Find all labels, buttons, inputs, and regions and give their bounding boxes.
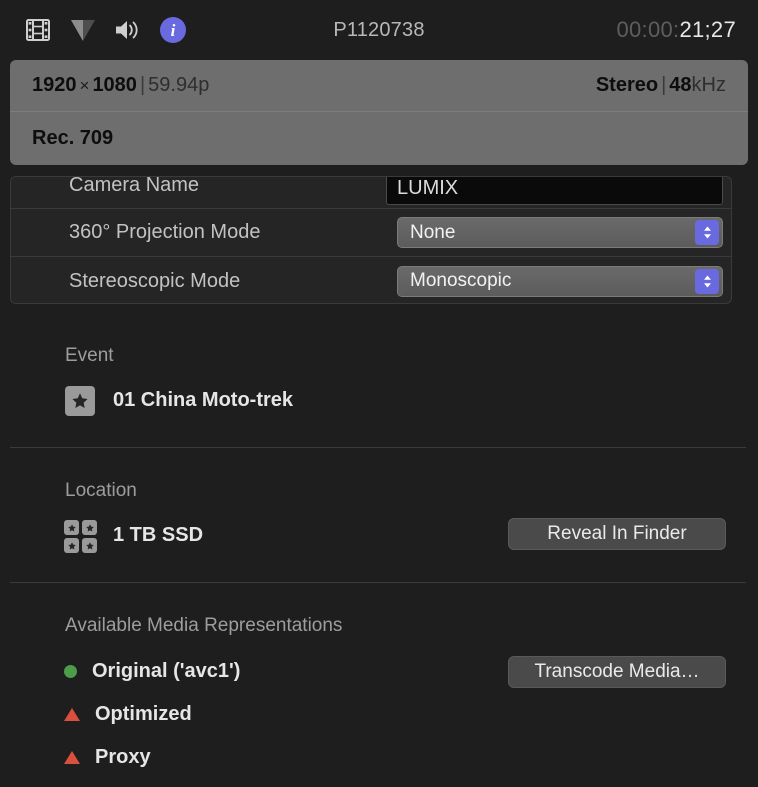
section-divider-location [10, 447, 746, 448]
camera-name-input[interactable]: LUMIX [386, 177, 723, 205]
library-grid-icon [64, 520, 97, 553]
status-missing-icon [64, 708, 80, 721]
media-row-proxy: Proxy [64, 746, 151, 769]
frame-rate: 59.94p [148, 74, 210, 96]
media-proxy-label: Proxy [95, 746, 151, 768]
color-space: Rec. 709 [32, 126, 114, 149]
library-tile-icon [64, 538, 79, 553]
media-original-label: Original ('avc1') [92, 660, 241, 682]
form-row-camera-name: Camera Name LUMIX [11, 177, 731, 209]
audio-format-summary: Stereo | 48kHz [596, 74, 726, 97]
frame-width: 1920 [32, 74, 77, 96]
camera-name-label: Camera Name [69, 176, 200, 196]
field-separator: | [139, 74, 146, 96]
timecode-display: 00:00: 21;27 [616, 0, 736, 60]
reveal-in-finder-button[interactable]: Reveal In Finder [508, 518, 726, 550]
chevron-updown-icon[interactable] [695, 268, 719, 294]
library-tile-icon [64, 520, 79, 535]
event-section-title: Event [65, 345, 114, 366]
timecode-hours-minutes: 00:00: [616, 17, 680, 42]
section-divider-media [10, 582, 746, 583]
location-section-title: Location [65, 480, 137, 501]
status-available-icon [64, 665, 77, 678]
projection-mode-value: None [410, 221, 456, 243]
stereoscopic-mode-label: Stereoscopic Mode [69, 269, 241, 292]
media-row-optimized: Optimized [64, 703, 192, 726]
frame-height: 1080 [92, 74, 137, 96]
media-info-row-colorspace: Rec. 709 [10, 112, 748, 164]
event-star-icon [65, 386, 95, 416]
projection-mode-popup[interactable]: None [397, 217, 723, 248]
svg-text:i: i [171, 21, 176, 40]
audio-channels: Stereo [595, 74, 659, 96]
location-name[interactable]: 1 TB SSD [113, 524, 203, 547]
inspector-panel: i P1120738 00:00: 21;27 1920 × 1080 | 59.94p … [0, 0, 758, 787]
audio-sample-rate-unit: kHz [691, 74, 726, 96]
projection-mode-label: 360° Projection Mode [69, 221, 261, 243]
transcode-media-button[interactable]: Transcode Media… [508, 656, 726, 688]
media-info-row-format: 1920 × 1080 | 59.94p Stereo | 48kHz [10, 60, 748, 112]
film-strip-icon[interactable] [24, 16, 52, 44]
clip-properties-form: Camera Name LUMIX 360° Projection Mode N… [10, 176, 732, 304]
timecode-seconds-frames: 21;27 [679, 17, 736, 42]
media-optimized-label: Optimized [95, 703, 192, 725]
stereoscopic-mode-value: Monoscopic [410, 270, 512, 291]
video-format-summary: 1920 × 1080 | 59.94p [32, 74, 209, 97]
chevron-updown-icon[interactable] [695, 220, 719, 245]
speaker-icon[interactable] [114, 16, 142, 44]
library-tile-icon [82, 520, 97, 535]
inspector-tab-icons: i [24, 16, 187, 44]
info-badge-icon[interactable]: i [159, 16, 187, 44]
inspector-toolbar: i P1120738 00:00: 21;27 [0, 0, 758, 60]
dimension-separator-icon: × [79, 76, 90, 95]
media-info-banner: 1920 × 1080 | 59.94p Stereo | 48kHz Rec. 709 [10, 60, 748, 165]
audio-separator: | [661, 74, 667, 96]
status-missing-icon [64, 751, 80, 764]
form-row-projection-mode: 360° Projection Mode None [11, 209, 731, 257]
form-row-stereoscopic-mode: Stereoscopic Mode Monoscopic [11, 257, 731, 303]
media-row-original: Original ('avc1') [64, 660, 240, 683]
media-representations-title: Available Media Representations [65, 615, 343, 636]
library-tile-icon [82, 538, 97, 553]
filter-triangle-icon[interactable] [69, 16, 97, 44]
event-name[interactable]: 01 China Moto-trek [113, 389, 293, 412]
stereoscopic-mode-popup[interactable]: Monoscopic [397, 265, 723, 297]
audio-sample-rate: 48 [669, 74, 692, 96]
